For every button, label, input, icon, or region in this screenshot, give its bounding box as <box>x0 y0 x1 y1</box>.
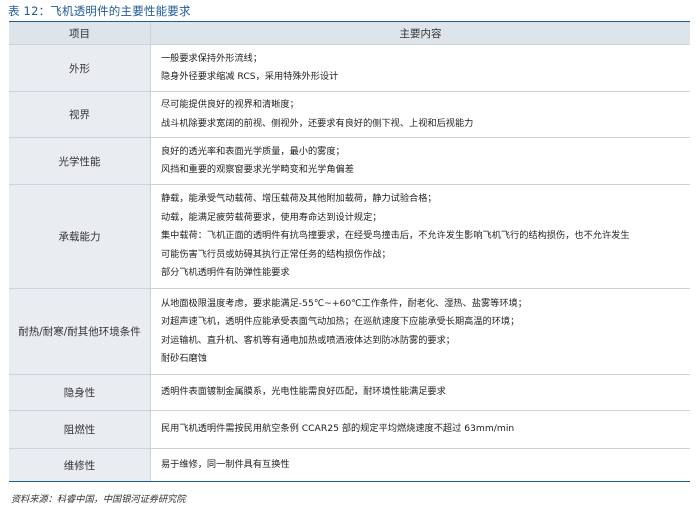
content-line: 透明件表面镀制金属膜系，光电性能需良好匹配，耐环境性能满足要求 <box>161 386 446 398</box>
row-item-label: 阻燃性 <box>9 411 151 448</box>
row-content: 一般要求保持外形流线； 隐身外径要求缩减 RCS，采用特殊外形设计 <box>151 45 690 91</box>
table-header-row: 项目 主要内容 <box>9 22 690 44</box>
content-line: 集中载荷：飞机正面的透明件有抗鸟撞要求，在经受鸟撞击后，不允许发生影响飞机飞行的… <box>161 230 630 242</box>
content-line: 易于维修，同一制件具有互换性 <box>161 458 290 470</box>
row-content: 良好的透光率和表面光学质量，最小的雾度； 风挡和重要的观察窗要求光学畸变和光学角… <box>151 138 690 184</box>
row-content: 易于维修，同一制件具有互换性 <box>151 449 690 481</box>
row-item-label: 耐热/耐寒/耐其他环境条件 <box>9 289 151 374</box>
row-item-label: 承载能力 <box>9 185 151 288</box>
row-content: 从地面极限温度考虑，要求能满足-55℃~+60℃工作条件，耐老化、湿热、盐雾等环… <box>151 289 690 374</box>
row-item-label: 外形 <box>9 45 151 91</box>
row-content: 尽可能提供良好的视界和清晰度； 战斗机除要求宽阔的前视、侧视外，还要求有良好的侧… <box>151 92 690 137</box>
header-content: 主要内容 <box>151 22 690 44</box>
content-line: 良好的透光率和表面光学质量，最小的雾度； <box>161 145 345 157</box>
content-line: 战斗机除要求宽阔的前视、侧视外，还要求有良好的侧下视、上视和后视能力 <box>161 117 474 129</box>
performance-requirements-table: 项目 主要内容 外形 一般要求保持外形流线； 隐身外径要求缩减 RCS，采用特殊… <box>9 21 690 482</box>
table-row: 外形 一般要求保持外形流线； 隐身外径要求缩减 RCS，采用特殊外形设计 <box>9 44 690 91</box>
content-line: 可能伤害飞行员或妨碍其执行正常任务的结构损伤作战； <box>161 248 391 260</box>
row-content: 民用飞机透明件需按民用航空条例 CCAR25 部的规定平均燃烧速度不超过 63m… <box>151 411 690 448</box>
table-row: 视界 尽可能提供良好的视界和清晰度； 战斗机除要求宽阔的前视、侧视外，还要求有良… <box>9 91 690 137</box>
row-item-label: 隐身性 <box>9 375 151 410</box>
content-line: 一般要求保持外形流线； <box>161 52 263 64</box>
table-row: 耐热/耐寒/耐其他环境条件 从地面极限温度考虑，要求能满足-55℃~+60℃工作… <box>9 288 690 374</box>
table-row: 承载能力 静载，能承受气动载荷、增压载荷及其他附加载荷，静力试验合格； 动载，能… <box>9 184 690 288</box>
source-note: 资料来源：科睿中国，中国银河证券研究院 <box>11 494 186 505</box>
content-line: 从地面极限温度考虑，要求能满足-55℃~+60℃工作条件，耐老化、湿热、盐雾等环… <box>161 297 527 309</box>
row-content: 透明件表面镀制金属膜系，光电性能需良好匹配，耐环境性能满足要求 <box>151 375 690 410</box>
table-caption: 表 12：飞机透明件的主要性能要求 <box>8 4 191 18</box>
content-line: 对运输机、直升机、客机等有通电加热或喷洒液体达到防冰防雾的要求； <box>161 334 455 346</box>
row-item-label: 视界 <box>9 92 151 137</box>
row-item-label: 光学性能 <box>9 138 151 184</box>
content-line: 民用飞机透明件需按民用航空条例 CCAR25 部的规定平均燃烧速度不超过 63m… <box>161 423 515 435</box>
table-row: 阻燃性 民用飞机透明件需按民用航空条例 CCAR25 部的规定平均燃烧速度不超过… <box>9 410 690 448</box>
table-row: 维修性 易于维修，同一制件具有互换性 <box>9 448 690 481</box>
table-row: 光学性能 良好的透光率和表面光学质量，最小的雾度； 风挡和重要的观察窗要求光学畸… <box>9 137 690 184</box>
content-line: 静载，能承受气动载荷、增压载荷及其他附加载荷，静力试验合格； <box>161 193 437 205</box>
content-line: 部分飞机透明件有防弹性能要求 <box>161 267 290 279</box>
content-line: 风挡和重要的观察窗要求光学畸变和光学角偏差 <box>161 164 354 175</box>
row-content: 静载，能承受气动载荷、增压载荷及其他附加载荷，静力试验合格； 动载，能满足疲劳载… <box>151 185 690 288</box>
header-item: 项目 <box>9 22 151 44</box>
content-line: 隐身外径要求缩减 RCS，采用特殊外形设计 <box>161 71 339 82</box>
row-item-label: 维修性 <box>9 449 151 481</box>
content-line: 动载，能满足疲劳载荷要求，使用寿命达到设计规定； <box>161 211 382 223</box>
content-line: 耐砂石磨蚀 <box>161 352 207 364</box>
table-row: 隐身性 透明件表面镀制金属膜系，光电性能需良好匹配，耐环境性能满足要求 <box>9 374 690 410</box>
content-line: 尽可能提供良好的视界和清晰度； <box>161 99 299 111</box>
content-line: 对超声速飞机，透明件应能承受表面气动加热；在巡航速度下应能承受长期高温的环境； <box>161 316 520 328</box>
